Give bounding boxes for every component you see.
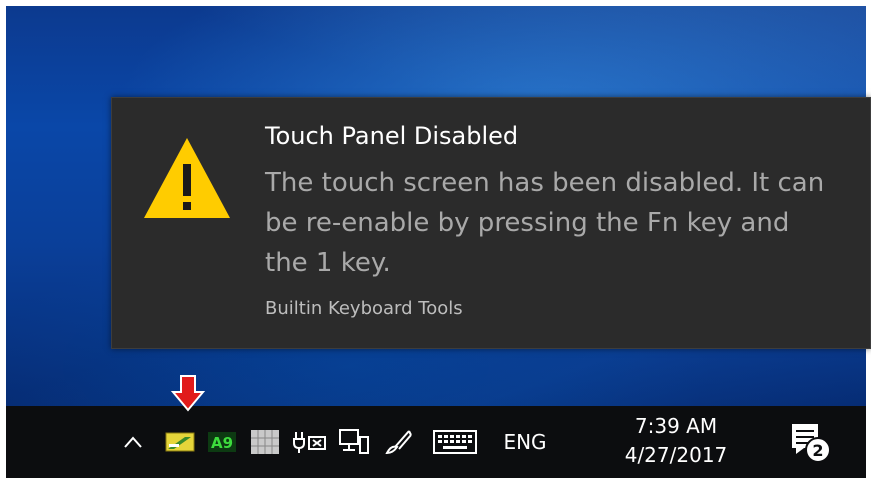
clock-button[interactable]: 7:39 AM 4/27/2017 [586,410,766,474]
show-hidden-icons-button[interactable] [118,424,148,460]
input-language-button[interactable]: ENG [486,424,564,460]
touch-keyboard-button[interactable] [424,426,486,458]
network-icon [339,429,369,454]
toast-notification[interactable]: Touch Panel Disabled The touch screen ha… [111,97,871,349]
power-icon [293,432,326,453]
touch-keyboard-icon [433,430,477,454]
toast-source: Builtin Keyboard Tools [265,298,463,319]
keyboard-tool-icon [165,432,195,452]
grid-tray-button[interactable] [247,426,283,458]
svg-text:A9: A9 [211,434,233,452]
grid-icon [251,430,279,454]
action-center-button[interactable]: 2 [786,420,834,466]
pen-icon [385,430,412,455]
power-tray-button[interactable] [290,426,330,458]
toast-title: Touch Panel Disabled [265,122,519,150]
annotation-down-arrow-icon [170,375,206,412]
input-language-label: ENG [503,430,547,454]
a-badge-icon: A9 [208,432,236,452]
notification-count-badge: 2 [812,441,823,460]
a-badge-tray-button[interactable]: A9 [204,428,240,456]
pen-tray-button[interactable] [380,424,416,460]
keyboard-tool-tray-button[interactable] [162,428,198,456]
clock-time: 7:39 AM [634,414,718,438]
action-center-icon: 2 [792,424,831,463]
warning-icon [144,138,230,218]
network-tray-button[interactable] [336,424,372,460]
chevron-up-icon [124,436,142,448]
clock-date: 4/27/2017 [624,443,728,467]
toast-message: The touch screen has been disabled. It c… [265,168,825,278]
taskbar: A9 ENG 7:39 AM 4/27/2017 2 [6,406,866,478]
